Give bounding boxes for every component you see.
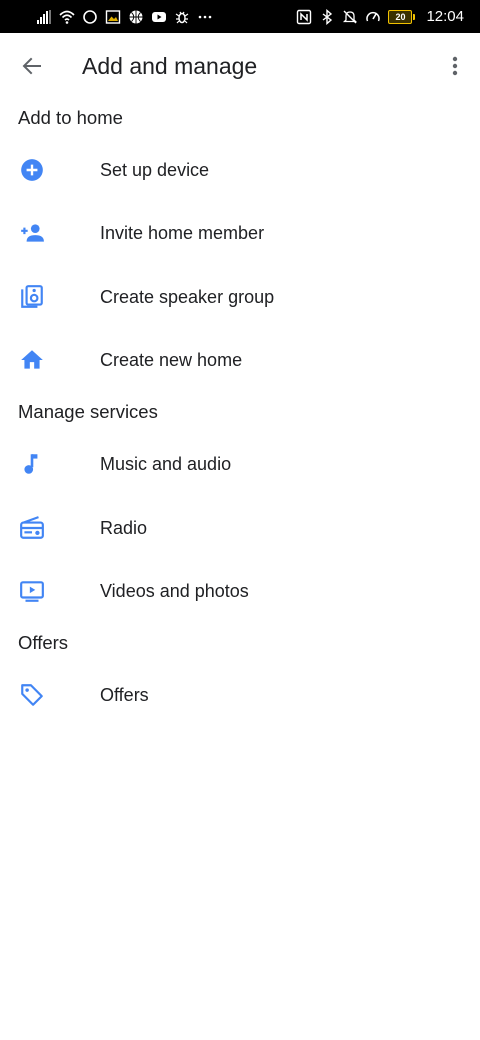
- signal-icon: [36, 9, 52, 25]
- photo-icon: [105, 9, 121, 25]
- list-item-label: Videos and photos: [100, 581, 249, 601]
- section-header-add-to-home: Add to home: [18, 107, 123, 128]
- wifi-icon: [59, 9, 75, 25]
- list-item-label: Offers: [100, 685, 149, 705]
- music-note-icon: [18, 450, 46, 478]
- home-icon: [18, 346, 46, 374]
- section-header-manage-services: Manage services: [18, 401, 158, 422]
- battery-level: 20: [388, 9, 413, 24]
- list-item-label: Invite home member: [100, 223, 265, 243]
- list-item-create-speaker-group[interactable]: Create speaker group: [0, 269, 480, 325]
- list-item-label: Set up device: [100, 160, 210, 180]
- list-item-music-and-audio[interactable]: Music and audio: [0, 436, 480, 492]
- list-item-label: Music and audio: [100, 454, 232, 474]
- status-time: 12:04: [426, 8, 464, 25]
- youtube-icon: [151, 9, 167, 25]
- arrow-back-icon: [22, 57, 41, 75]
- list-item-create-new-home[interactable]: Create new home: [0, 332, 480, 388]
- battery-icon: 20: [388, 9, 416, 24]
- list-item-set-up-device[interactable]: Set up device: [0, 142, 480, 198]
- basketball-icon: [128, 9, 144, 25]
- list-item-label: Radio: [100, 518, 148, 538]
- radio-icon: [18, 514, 46, 542]
- add-circle-icon: [18, 156, 46, 184]
- list-item-label: Create speaker group: [100, 287, 275, 307]
- tag-icon: [18, 681, 46, 709]
- speaker-icon: [18, 283, 46, 311]
- bluetooth-icon: [319, 8, 335, 25]
- nfc-icon: [296, 9, 312, 25]
- more-options-button[interactable]: [441, 52, 469, 80]
- bug-icon: [174, 9, 190, 25]
- circle-icon: [82, 9, 98, 25]
- list-item-radio[interactable]: Radio: [0, 500, 480, 556]
- page-title: Add and manage: [82, 53, 258, 79]
- back-button[interactable]: [16, 53, 48, 79]
- app-bar: Add and manage: [0, 33, 480, 99]
- list-item-invite-home-member[interactable]: Invite home member: [0, 205, 480, 261]
- mute-icon: [342, 9, 358, 25]
- list-item-offers[interactable]: Offers: [0, 667, 480, 723]
- more-notifications-icon: [197, 9, 213, 25]
- status-bar: 20 12:04: [0, 0, 480, 33]
- list-item-videos-and-photos[interactable]: Videos and photos: [0, 563, 480, 619]
- video-icon: [18, 577, 46, 605]
- list-item-label: Create new home: [100, 350, 243, 370]
- more-vert-icon: [452, 56, 458, 76]
- person-add-icon: [18, 219, 46, 247]
- status-right-icons: 20 12:04: [296, 8, 464, 25]
- speed-icon: [365, 9, 381, 25]
- status-left-icons: [36, 9, 213, 25]
- section-header-offers: Offers: [18, 632, 69, 653]
